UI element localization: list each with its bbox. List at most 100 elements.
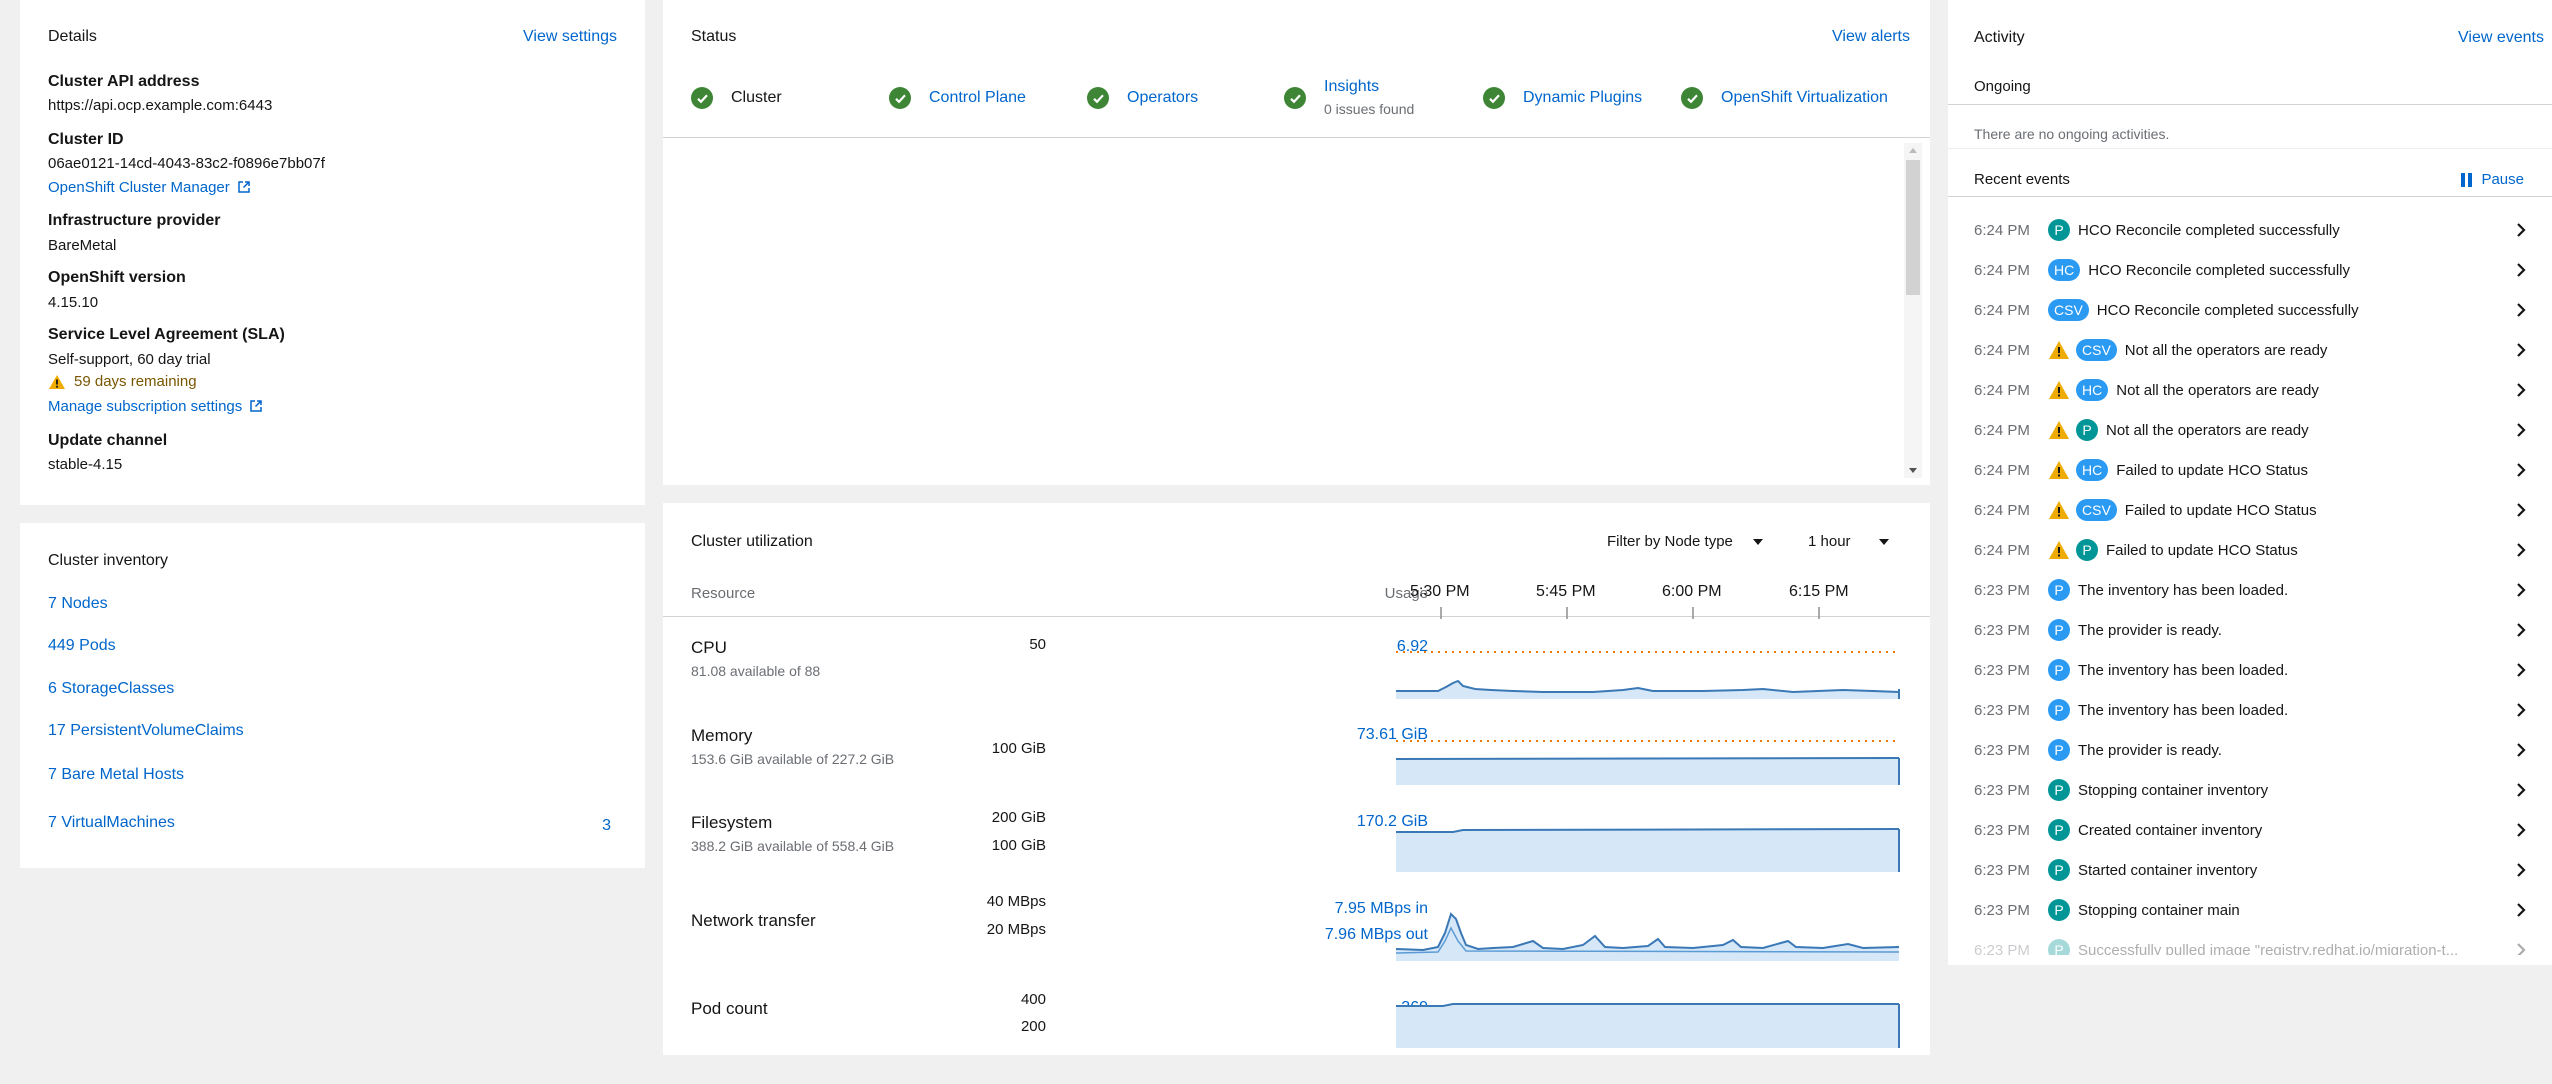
event-message: Failed to update HCO Status [2116, 461, 2309, 479]
inventory-baremetal-link[interactable]: 7 Bare Metal Hosts [48, 766, 184, 784]
event-time: 6:24 PM [1974, 381, 2030, 399]
event-row[interactable]: 6:23 PM P Successfully pulled image "regis… [1948, 930, 2552, 955]
chevron-right-icon[interactable] [2516, 463, 2526, 477]
event-row[interactable]: 6:23 PM P The provider is ready. [1948, 610, 2552, 650]
event-row[interactable]: 6:24 PM HC HCO Reconcile completed success… [1948, 250, 2552, 290]
chevron-right-icon[interactable] [2516, 783, 2526, 797]
resource-badge: P [2048, 699, 2070, 721]
event-body: P The inventory has been loaded. [2048, 659, 2288, 681]
resource-badge: P [2048, 739, 2070, 761]
scroll-down-icon[interactable] [1908, 467, 1918, 475]
event-row[interactable]: 6:24 PM P Not all the operators are ready [1948, 410, 2552, 450]
chevron-right-icon[interactable] [2516, 503, 2526, 517]
chevron-right-icon[interactable] [2516, 383, 2526, 397]
status-insights-label[interactable]: Insights [1324, 76, 1414, 98]
event-body: HC HCO Reconcile completed successfully [2048, 259, 2350, 281]
status-control-plane-label[interactable]: Control Plane [929, 89, 1026, 107]
inventory-pvc-link[interactable]: 17 PersistentVolumeClaims [48, 722, 244, 740]
status-scrollbar[interactable] [1904, 143, 1922, 478]
status-dynamic-plugins[interactable]: Dynamic Plugins [1483, 83, 1642, 113]
event-row[interactable]: 6:23 PM P The provider is ready. [1948, 730, 2552, 770]
manage-subscription-label: Manage subscription settings [48, 398, 243, 415]
event-row[interactable]: 6:24 PM CSV Failed to update HCO Status [1948, 490, 2552, 530]
event-row[interactable]: 6:23 PM P The inventory has been loaded. [1948, 690, 2552, 730]
memory-area [1396, 758, 1899, 785]
openshift-version-value: 4.15.10 [48, 294, 99, 311]
event-row[interactable]: 6:24 PM CSV HCO Reconcile completed succes… [1948, 290, 2552, 330]
recent-events-list: 6:24 PM P HCO Reconcile completed successf… [1948, 210, 2552, 955]
check-circle-icon [691, 87, 713, 109]
chevron-right-icon[interactable] [2516, 583, 2526, 597]
utilization-sparklines [1395, 607, 1900, 1048]
event-time: 6:23 PM [1974, 621, 2030, 639]
pause-button[interactable]: Pause [2461, 171, 2524, 188]
event-message: The inventory has been loaded. [2078, 581, 2289, 599]
inventory-vms-link[interactable]: 7 VirtualMachines [48, 814, 175, 832]
status-openshift-virtualization[interactable]: OpenShift Virtualization [1681, 83, 1888, 113]
resource-badge: P [2048, 899, 2070, 921]
event-row[interactable]: 6:23 PM P Started container inventory [1948, 850, 2552, 890]
warning-icon [2049, 381, 2069, 399]
chevron-right-icon[interactable] [2516, 863, 2526, 877]
chevron-right-icon[interactable] [2516, 743, 2526, 757]
inventory-nodes-link[interactable]: 7 Nodes [48, 595, 108, 613]
status-openshift-virtualization-label[interactable]: OpenShift Virtualization [1721, 89, 1888, 107]
event-message: Successfully pulled image "registry.redh… [2078, 941, 2459, 956]
event-time: 6:24 PM [1974, 421, 2030, 439]
status-insights[interactable]: Insights 0 issues found [1284, 70, 1414, 126]
event-row[interactable]: 6:23 PM P The inventory has been loaded. [1948, 570, 2552, 610]
view-alerts-link[interactable]: View alerts [1832, 28, 1910, 46]
chevron-right-icon[interactable] [2516, 623, 2526, 637]
details-card: Details View settings Cluster API addres… [20, 0, 645, 505]
chevron-right-icon[interactable] [2516, 223, 2526, 237]
resource-badge: P [2076, 539, 2098, 561]
resource-badge: CSV [2076, 499, 2117, 521]
view-settings-link[interactable]: View settings [523, 28, 617, 46]
event-body: CSV Failed to update HCO Status [2048, 499, 2317, 521]
view-events-link[interactable]: View events [2458, 29, 2544, 47]
inventory-pods-link[interactable]: 449 Pods [48, 637, 116, 655]
check-circle-icon [1284, 87, 1306, 109]
scroll-up-icon[interactable] [1908, 146, 1918, 154]
status-control-plane[interactable]: Control Plane [889, 83, 1026, 113]
event-body: P Failed to update HCO Status [2048, 539, 2298, 561]
status-operators[interactable]: Operators [1087, 83, 1198, 113]
infra-provider-value: BareMetal [48, 237, 117, 254]
status-operators-label[interactable]: Operators [1127, 89, 1198, 107]
event-row[interactable]: 6:23 PM P Stopping container main [1948, 890, 2552, 930]
chevron-right-icon[interactable] [2516, 263, 2526, 277]
event-row[interactable]: 6:24 PM P Failed to update HCO Status [1948, 530, 2552, 570]
chevron-right-icon[interactable] [2516, 303, 2526, 317]
event-row[interactable]: 6:24 PM HC Failed to update HCO Status [1948, 450, 2552, 490]
status-dynamic-plugins-label[interactable]: Dynamic Plugins [1523, 89, 1642, 107]
event-message: Started container inventory [2078, 861, 2258, 879]
event-message: Stopping container inventory [2078, 781, 2269, 799]
chevron-right-icon[interactable] [2516, 343, 2526, 357]
resource-badge: P [2048, 859, 2070, 881]
status-scrollbar-thumb[interactable] [1906, 160, 1920, 295]
chevron-right-icon[interactable] [2516, 903, 2526, 917]
ocm-link[interactable]: OpenShift Cluster Manager [48, 179, 250, 196]
chevron-right-icon[interactable] [2516, 943, 2526, 955]
warning-icon [2049, 421, 2069, 439]
event-message: The provider is ready. [2078, 621, 2222, 639]
event-row[interactable]: 6:24 PM CSV Not all the operators are read… [1948, 330, 2552, 370]
resource-badge: P [2048, 779, 2070, 801]
activity-title: Activity [1974, 29, 2025, 46]
event-body: P The inventory has been loaded. [2048, 579, 2288, 601]
chevron-right-icon[interactable] [2516, 423, 2526, 437]
manage-subscription-link[interactable]: Manage subscription settings [48, 398, 263, 415]
sla-value: Self-support, 60 day trial [48, 351, 211, 368]
chevron-right-icon[interactable] [2516, 663, 2526, 677]
chevron-right-icon[interactable] [2516, 823, 2526, 837]
event-time: 6:23 PM [1974, 901, 2030, 919]
event-row[interactable]: 6:23 PM P The inventory has been loaded. [1948, 650, 2552, 690]
chevron-right-icon[interactable] [2516, 703, 2526, 717]
event-row[interactable]: 6:24 PM HC Not all the operators are ready [1948, 370, 2552, 410]
chevron-right-icon[interactable] [2516, 543, 2526, 557]
inventory-storageclasses-link[interactable]: 6 StorageClasses [48, 680, 174, 698]
event-row[interactable]: 6:23 PM P Stopping container inventory [1948, 770, 2552, 810]
event-row[interactable]: 6:24 PM P HCO Reconcile completed successf… [1948, 210, 2552, 250]
inventory-vms-count[interactable]: 3 [602, 817, 611, 835]
event-row[interactable]: 6:23 PM P Created container inventory [1948, 810, 2552, 850]
